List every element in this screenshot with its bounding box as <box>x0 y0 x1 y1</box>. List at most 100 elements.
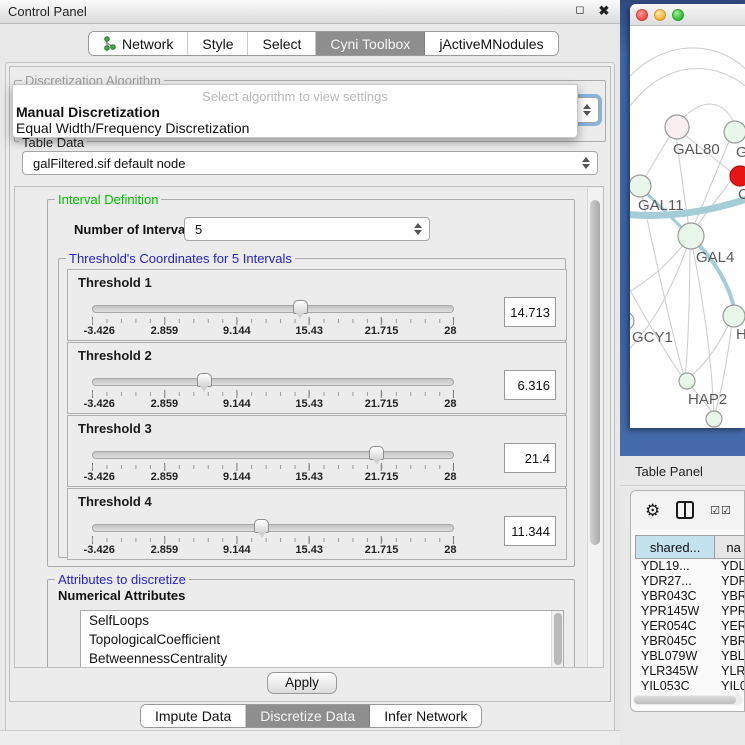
cell[interactable]: YBR0 <box>715 634 745 649</box>
tab-jactivemnodules[interactable]: jActiveMNodules <box>425 32 557 55</box>
cell[interactable]: YDL1 <box>715 559 745 574</box>
tick-label: -3.426 <box>84 398 115 410</box>
list-item[interactable]: BetweennessCentrality <box>81 649 563 668</box>
dropdown-prompt-item[interactable]: Select algorithm to view settings <box>13 85 577 104</box>
apply-button[interactable]: Apply <box>267 672 337 694</box>
node-red-selected[interactable] <box>730 166 745 186</box>
list-item[interactable]: SelfLoops <box>81 611 563 630</box>
node-hap2[interactable] <box>679 373 695 389</box>
table-row[interactable]: YBR043CYBR0 <box>635 589 745 604</box>
column-header-name[interactable]: na <box>715 535 745 559</box>
threshold-4-slider-thumb[interactable] <box>254 519 269 533</box>
top-tab-bar: Network Style Select Cyni Toolbox jActiv… <box>88 31 559 56</box>
node-gal80[interactable] <box>665 115 689 139</box>
list-item[interactable]: TopologicalCoefficient <box>81 630 563 649</box>
numerical-attributes-list[interactable]: SelfLoops TopologicalCoefficient Between… <box>80 610 564 668</box>
number-of-intervals-combobox[interactable]: 5 <box>184 217 430 241</box>
tick-label: 21.715 <box>365 471 399 483</box>
node-gal4[interactable] <box>678 223 704 249</box>
cell[interactable]: YPR145W <box>635 604 715 619</box>
cell[interactable]: YIL0 <box>715 679 745 694</box>
cell[interactable]: YBL079W <box>635 649 715 664</box>
table-toolbar: ⚙ ☑☑ <box>631 491 744 529</box>
dropdown-option-manual-discretization[interactable]: Manual Discretization <box>13 104 577 120</box>
attributes-list-scrollbar[interactable] <box>551 611 563 667</box>
column-layout-icon[interactable] <box>676 501 694 519</box>
float-window-icon[interactable]: ◻ <box>572 3 588 19</box>
table-row[interactable]: YDR27...YDR2 <box>635 574 745 589</box>
table-panel-header: Table Panel <box>620 456 745 486</box>
cell[interactable]: YER054C <box>635 619 715 634</box>
threshold-2-value-field[interactable]: 6.316 <box>504 370 556 400</box>
threshold-3-slider[interactable] <box>92 451 454 459</box>
tab-discretize-data[interactable]: Discretize Data <box>246 705 370 727</box>
gear-icon[interactable]: ⚙ <box>645 502 660 519</box>
interval-definition-group-title: Interval Definition <box>55 192 161 207</box>
node-bottom-partial[interactable] <box>706 411 722 427</box>
threshold-1-slider[interactable] <box>92 305 454 313</box>
cell[interactable]: YIL053C <box>635 679 715 694</box>
threshold-1-value-field[interactable]: 14.713 <box>504 297 556 327</box>
table-row[interactable]: YER054CYER0 <box>635 619 745 634</box>
zoom-traffic-light-icon[interactable] <box>672 9 684 21</box>
node-h[interactable] <box>723 305 745 327</box>
threshold-4-slider[interactable] <box>92 524 454 532</box>
tick-label: 15.43 <box>295 325 323 337</box>
cell[interactable]: YDL19... <box>635 559 715 574</box>
cell[interactable]: YDR27... <box>635 574 715 589</box>
node-gcy1[interactable] <box>630 312 634 330</box>
threshold-2-slider-thumb[interactable] <box>197 373 212 387</box>
table-row[interactable]: YBR045CYBR0 <box>635 634 745 649</box>
number-of-intervals-label: Number of Intervals <box>74 222 196 237</box>
network-view-window: GAL80 GA C GAL11 GAL4 H GCY1 HAP2 <box>630 4 745 428</box>
bottom-tab-bar: Impute Data Discretize Data Infer Networ… <box>140 704 482 728</box>
cell[interactable]: YLR345W <box>635 664 715 679</box>
table-row[interactable]: YIL053CYIL0 <box>635 679 745 694</box>
column-header-shared[interactable]: shared... <box>635 535 715 559</box>
tab-impute-data[interactable]: Impute Data <box>141 705 246 727</box>
close-traffic-light-icon[interactable] <box>636 9 648 21</box>
threshold-3-slider-thumb[interactable] <box>369 446 384 460</box>
close-window-icon[interactable]: ✖ <box>596 3 612 19</box>
tab-label: Cyni Toolbox <box>330 36 410 52</box>
tick-label: 21.715 <box>365 544 399 556</box>
cell[interactable]: YDR2 <box>715 574 745 589</box>
dropdown-option-equal-width[interactable]: Equal Width/Frequency Discretization <box>13 120 577 136</box>
tab-select[interactable]: Select <box>248 32 316 55</box>
cell[interactable]: YBR045C <box>635 634 715 649</box>
cell[interactable]: YER0 <box>715 619 745 634</box>
tick-label: 15.43 <box>295 398 323 410</box>
network-canvas[interactable]: GAL80 GA C GAL11 GAL4 H GCY1 HAP2 <box>630 26 745 428</box>
cell[interactable]: YLR3 <box>715 664 745 679</box>
network-graph: GAL80 GA C GAL11 GAL4 H GCY1 HAP2 <box>630 26 745 428</box>
threshold-4-card: Threshold 4 -3.426 2.859 9.144 15.43 21.… <box>67 488 567 560</box>
threshold-2-slider[interactable] <box>92 378 454 386</box>
cell[interactable]: YBL0 <box>715 649 745 664</box>
checkbox-icons[interactable]: ☑☑ <box>710 504 732 517</box>
threshold-3-value-field[interactable]: 21.4 <box>504 443 556 473</box>
threshold-1-slider-thumb[interactable] <box>293 300 308 314</box>
settings-scroll-pane: Interval Definition Number of Intervals … <box>14 186 604 668</box>
bottom-strip <box>0 730 620 745</box>
table-row[interactable]: YBL079WYBL0 <box>635 649 745 664</box>
node-gal11[interactable] <box>630 175 651 197</box>
table-data-combobox[interactable]: galFiltered.sif default node <box>22 151 598 175</box>
tab-cyni-toolbox[interactable]: Cyni Toolbox <box>316 32 425 55</box>
tab-network[interactable]: Network <box>89 32 188 55</box>
threshold-4-value-field[interactable]: 11.344 <box>504 516 556 546</box>
settings-vertical-scrollbar[interactable] <box>587 188 602 668</box>
table-row[interactable]: YLR345WYLR3 <box>635 664 745 679</box>
node-top-right[interactable] <box>724 121 745 143</box>
table-horizontal-scrollbar[interactable] <box>633 695 743 705</box>
scrollbar-thumb[interactable] <box>634 696 736 704</box>
cell[interactable]: YPR1 <box>715 604 745 619</box>
tab-style[interactable]: Style <box>188 32 248 55</box>
table-row[interactable]: YDL19...YDL1 <box>635 559 745 574</box>
tab-infer-network[interactable]: Infer Network <box>370 705 481 727</box>
scrollbar-thumb[interactable] <box>590 200 600 545</box>
cell[interactable]: YBR043C <box>635 589 715 604</box>
minimize-traffic-light-icon[interactable] <box>654 9 666 21</box>
cell[interactable]: YBR0 <box>715 589 745 604</box>
table-row[interactable]: YPR145WYPR1 <box>635 604 745 619</box>
tab-label: Infer Network <box>384 708 467 724</box>
